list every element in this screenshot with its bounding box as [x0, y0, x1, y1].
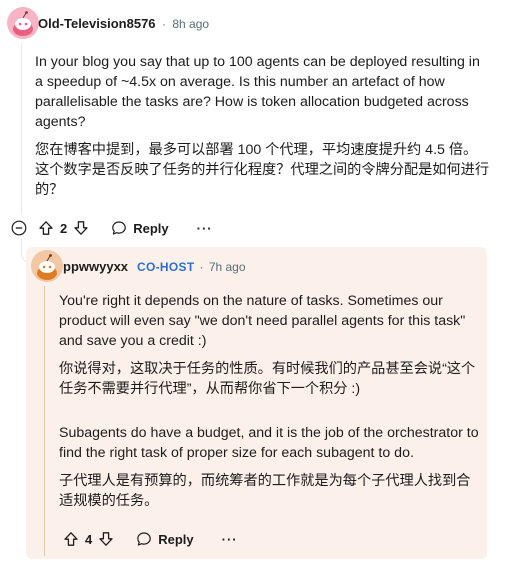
minus-circle-icon	[11, 220, 27, 236]
reply-paragraph-2-en: Subagents do have a budget, and it is th…	[59, 425, 479, 461]
downvote-button[interactable]	[98, 531, 114, 547]
separator-dot: ·	[162, 17, 166, 31]
reply-body: You're right it depends on the nature of…	[59, 291, 484, 511]
vote-count: 4	[85, 531, 93, 547]
comment-body: In your blog you say that up to 100 agen…	[35, 52, 490, 200]
reply-paragraph-1-en: You're right it depends on the nature of…	[59, 293, 466, 349]
arrow-up-icon	[39, 221, 53, 235]
arrow-down-icon	[99, 532, 113, 546]
reply-paragraph-2-zh: 子代理人是有预算的，而统筹者的工作就是为每个子代理人找到合适规模的任务。	[59, 473, 471, 509]
snoo-icon	[37, 254, 57, 280]
reply-label: Reply	[133, 220, 169, 236]
upvote-button[interactable]	[38, 220, 54, 236]
reply-time: 7h ago	[208, 260, 246, 274]
comment-meta: · 8h ago	[162, 17, 209, 31]
comment-time: 8h ago	[172, 17, 210, 31]
collapse-button[interactable]	[11, 220, 27, 236]
reply-actions: 4 Reply ···	[63, 529, 238, 549]
avatar[interactable]	[31, 250, 63, 282]
speech-bubble-icon	[112, 221, 127, 235]
arrow-down-icon	[74, 221, 88, 235]
more-options-button[interactable]: ···	[197, 221, 213, 236]
upvote-button[interactable]	[63, 531, 79, 547]
thread-line[interactable]	[44, 286, 45, 556]
reply-meta: · 7h ago	[199, 260, 245, 274]
comment-paragraph-en: In your blog you say that up to 100 agen…	[35, 54, 480, 130]
comment-paragraph-zh: 您在博客中提到，最多可以部署 100 个代理，平均速度提升约 4.5 倍。这个数…	[35, 142, 490, 198]
avatar[interactable]	[7, 7, 39, 39]
reply-header: ppwwyyxx CO-HOST · 7h ago	[63, 259, 246, 274]
cohost-badge: CO-HOST	[137, 260, 195, 274]
arrow-up-icon	[64, 532, 78, 546]
downvote-button[interactable]	[73, 220, 89, 236]
speech-bubble-icon	[137, 532, 152, 546]
reply-button[interactable]: Reply	[111, 220, 169, 236]
reply-label: Reply	[158, 531, 194, 547]
separator-dot: ·	[199, 260, 204, 274]
reply-author[interactable]: ppwwyyxx	[63, 259, 128, 274]
vote-count: 2	[60, 220, 68, 236]
comment-author[interactable]: Old-Television8576	[38, 16, 156, 31]
snoo-icon	[13, 11, 33, 36]
thread-line[interactable]	[21, 44, 22, 214]
more-options-button[interactable]: ···	[222, 532, 238, 547]
comment-actions: 2 Reply ···	[38, 218, 213, 238]
reply-paragraph-1-zh: 你说得对，这取决于任务的性质。有时候我们的产品甚至会说“这个任务不需要并行代理”…	[59, 361, 476, 397]
reply-button[interactable]: Reply	[136, 531, 194, 547]
